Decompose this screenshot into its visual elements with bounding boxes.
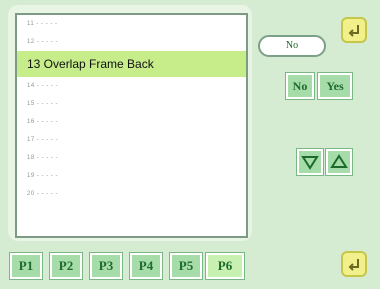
item-list[interactable]: 11 - - - - - 12 - - - - - 13 Overlap Fra…: [15, 13, 248, 238]
tab-p2[interactable]: P2: [50, 253, 82, 279]
list-item[interactable]: 19 - - - - -: [17, 167, 246, 185]
triangle-down-icon: [301, 156, 319, 170]
enter-button[interactable]: [341, 251, 367, 277]
list-item[interactable]: 11 - - - - -: [17, 15, 246, 33]
list-item[interactable]: 16 - - - - -: [17, 113, 246, 131]
down-button[interactable]: [297, 149, 323, 175]
list-item[interactable]: 20 - - - - -: [17, 185, 246, 203]
up-button[interactable]: [326, 149, 352, 175]
triangle-up-icon: [330, 154, 348, 168]
list-item[interactable]: 15 - - - - -: [17, 95, 246, 113]
yes-button[interactable]: Yes: [318, 73, 352, 99]
tab-p5[interactable]: P5: [170, 253, 202, 279]
list-item[interactable]: 12 - - - - -: [17, 33, 246, 51]
no-button[interactable]: No: [286, 73, 314, 99]
list-item[interactable]: 14 - - - - -: [17, 77, 246, 95]
tab-p3[interactable]: P3: [90, 253, 122, 279]
list-item[interactable]: 18 - - - - -: [17, 149, 246, 167]
tab-p1[interactable]: P1: [10, 253, 42, 279]
tab-p4[interactable]: P4: [130, 253, 162, 279]
back-arrow-icon: [348, 25, 359, 37]
list-item-selected[interactable]: 13 Overlap Frame Back: [17, 51, 246, 77]
list-item[interactable]: 17 - - - - -: [17, 131, 246, 149]
tab-p6[interactable]: P6: [206, 253, 244, 279]
back-button[interactable]: [341, 17, 367, 43]
enter-arrow-icon: [348, 259, 359, 271]
value-display: No: [258, 35, 326, 57]
